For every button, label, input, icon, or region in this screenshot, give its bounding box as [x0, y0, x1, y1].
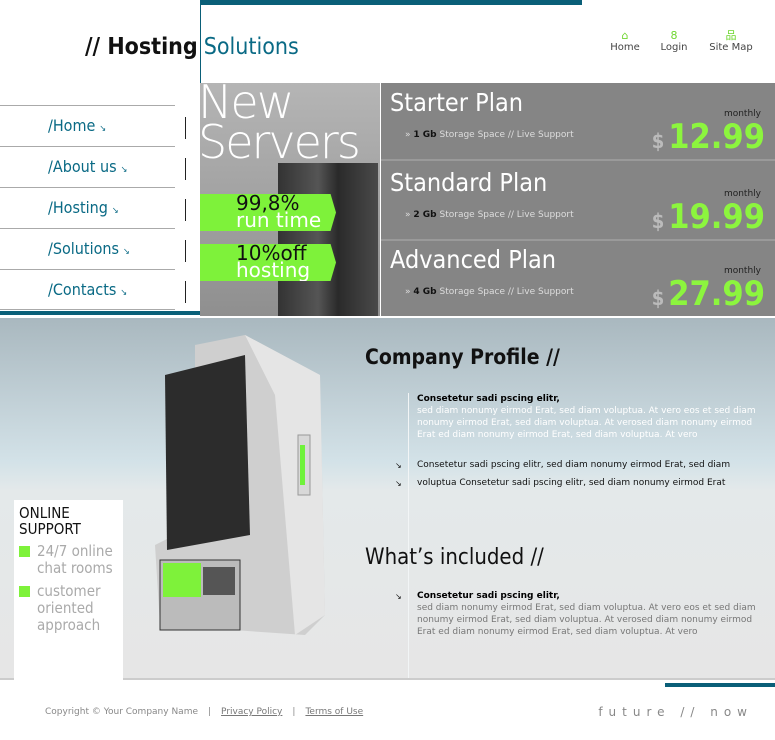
bullet-icon: ↘ [395, 461, 402, 470]
home-icon: ⌂ [621, 29, 629, 42]
plan-advanced[interactable]: Advanced Plan» 4 Gb Storage Space // Liv… [381, 240, 775, 318]
promo-title: New Servers [198, 75, 361, 169]
green-square-icon [19, 586, 30, 597]
plan-starter[interactable]: Starter Plan» 1 Gb Storage Space // Live… [381, 83, 775, 161]
divider [185, 240, 186, 262]
support-item: customer oriented approach [19, 583, 118, 634]
nav-item-contacts[interactable]: /Contacts ↘ [0, 269, 186, 310]
green-square-icon [19, 546, 30, 557]
server-rack-image [278, 163, 378, 316]
top-nav-sitemap[interactable]: 品 Site Map [706, 29, 756, 54]
list-item: Consetetur sadi pscing elitr, sed diam n… [417, 460, 731, 470]
support-item: 24/7 online chat rooms [19, 543, 118, 577]
divider [185, 199, 186, 221]
sitemap-icon: 品 [725, 29, 737, 42]
top-nav-home[interactable]: ⌂ Home [600, 29, 650, 54]
divider [185, 281, 186, 303]
nav-item-hosting[interactable]: /Hosting ↘ [0, 187, 186, 228]
footer-accent-bar [665, 683, 775, 687]
company-profile-title: Company Profile // [365, 345, 560, 369]
whats-included-title: What’s included // [365, 545, 544, 570]
discount-badge[interactable]: 10%off hosting [200, 244, 336, 281]
double-arrow-icon: » [405, 210, 411, 220]
double-arrow-icon: » [405, 287, 411, 297]
divider [185, 117, 186, 139]
divider [408, 393, 409, 678]
bullet-icon: ↘ [395, 592, 402, 601]
arrow-icon: ↘ [120, 165, 128, 175]
top-nav-login[interactable]: 8 Login [649, 29, 699, 54]
arrow-icon: ↘ [111, 206, 119, 216]
double-arrow-icon: » [405, 130, 411, 140]
plan-standard[interactable]: Standard Plan» 2 Gb Storage Space // Liv… [381, 163, 775, 241]
list-item: voluptua Consetetur sadi pscing elitr, s… [417, 478, 726, 488]
profile-paragraph: Consetetur sadi pscing elitr, sed diam no… [417, 394, 756, 440]
bullet-icon: ↘ [395, 479, 402, 488]
nav-accent-bar [0, 311, 200, 315]
uptime-badge: 99,8% run time [200, 194, 336, 231]
logo[interactable]: // Hosting Solutions [85, 34, 299, 60]
main-nav: /Home ↘ /About us ↘ /Hosting ↘ /Solutions ↘ … [0, 105, 186, 310]
divider [185, 158, 186, 180]
arrow-icon: ↘ [120, 288, 128, 298]
included-paragraph: Consetetur sadi pscing elitr, sed diam no… [417, 591, 756, 637]
online-support-box: ONLINE SUPPORT 24/7 online chat rooms cu… [14, 500, 123, 680]
slogan: future // now [598, 705, 753, 719]
privacy-policy-link[interactable]: Privacy Policy [221, 707, 282, 717]
nav-item-home[interactable]: /Home ↘ [0, 105, 186, 146]
top-accent-bar [200, 0, 582, 5]
users-icon: 8 [670, 29, 678, 42]
plans-panel: Starter Plan» 1 Gb Storage Space // Live… [381, 83, 775, 316]
terms-link[interactable]: Terms of Use [305, 707, 363, 717]
footer: Copyright © Your Company Name | Privacy Po… [45, 707, 364, 717]
arrow-icon: ↘ [99, 124, 107, 134]
nav-item-solutions[interactable]: /Solutions ↘ [0, 228, 186, 269]
arrow-icon: ↘ [123, 247, 130, 257]
nav-item-about[interactable]: /About us ↘ [0, 146, 186, 187]
server-illustration [155, 335, 325, 635]
